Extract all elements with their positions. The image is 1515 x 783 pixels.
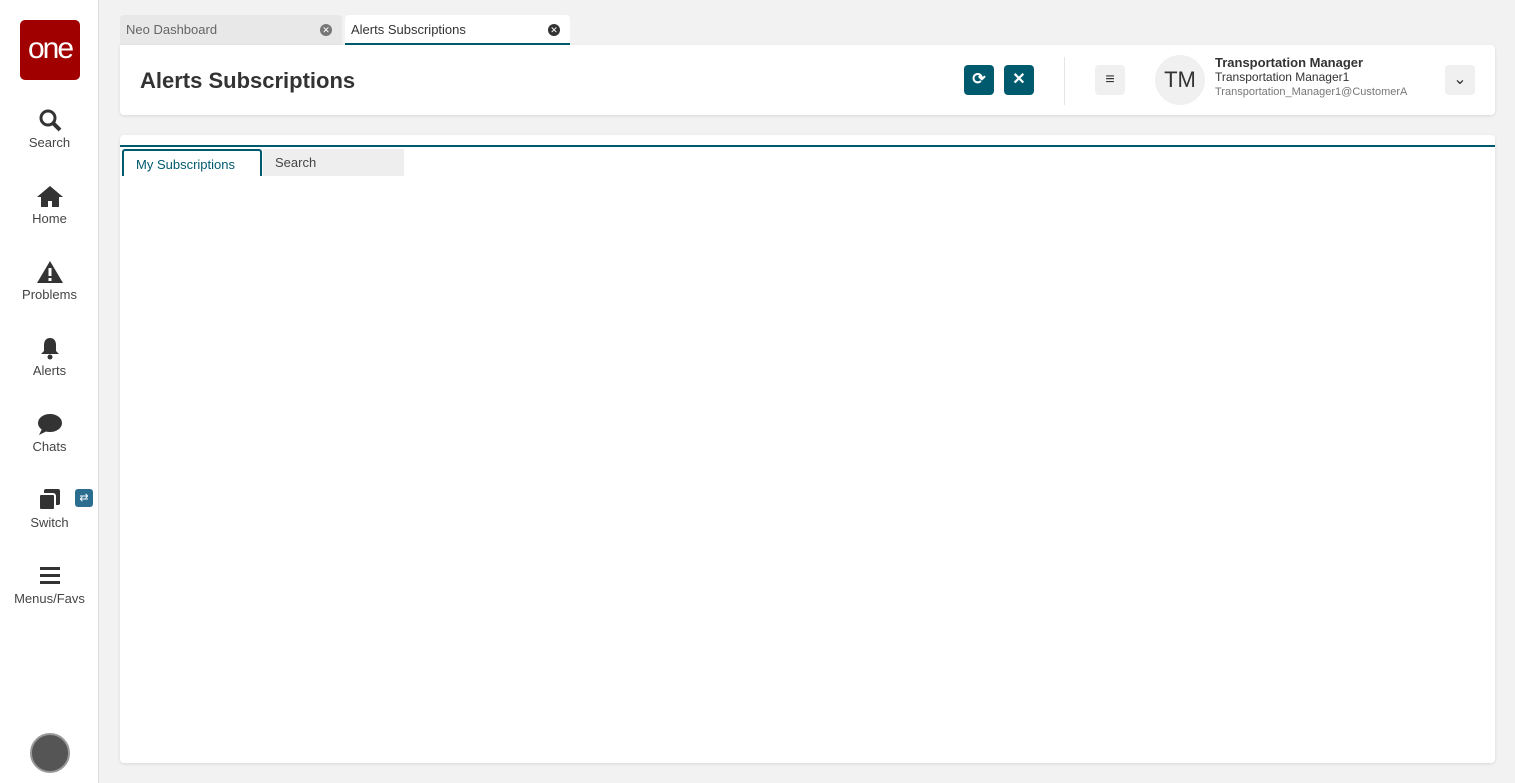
sidebar-item-search[interactable]: Search [0,108,99,150]
sidebar-item-label: Home [32,211,67,226]
close-tab-icon[interactable]: ✕ [320,24,332,36]
tab-underline [120,145,1495,147]
tab-search[interactable]: Search [263,149,404,176]
close-button[interactable]: ✕ [1004,65,1034,95]
sidebar-item-label: Alerts [32,363,67,378]
sidebar-item-alerts[interactable]: Alerts [0,336,99,378]
search-icon [39,109,61,132]
warning-icon [36,261,63,283]
user-dropdown-button[interactable]: ⌄ [1445,65,1475,95]
sidebar-item-label: Chats [32,439,67,454]
close-tab-icon[interactable]: ✕ [548,24,560,36]
switch-icon [37,489,60,511]
sidebar: one Search Home Problems Alerts Chats Sw… [0,0,99,783]
user-email: Transportation_Manager1@CustomerA [1215,86,1408,98]
sidebar-item-label: Problems [22,287,77,302]
chat-icon [37,414,62,435]
sidebar-item-label: Menus/Favs [14,591,85,606]
tab-neo-dashboard[interactable]: Neo Dashboard ✕ [120,15,342,45]
menu-icon [39,567,60,584]
content-panel: My Subscriptions Search [120,135,1495,763]
sidebar-item-chats[interactable]: Chats [0,412,99,454]
app-logo[interactable]: one [20,20,80,80]
divider [1064,57,1065,105]
bell-icon [40,338,59,360]
refresh-button[interactable]: ⟳ [964,65,994,95]
user-name: Transportation Manager [1215,55,1364,70]
refresh-icon: ⟳ [972,71,986,88]
sidebar-item-menus-favs[interactable]: Menus/Favs [0,564,99,606]
home-icon [36,186,63,207]
close-icon: ✕ [1012,71,1026,88]
sidebar-item-problems[interactable]: Problems [0,260,99,302]
assistant-avatar[interactable] [30,733,70,773]
sidebar-item-home[interactable]: Home [0,184,99,226]
menu-icon: ≡ [1105,71,1115,88]
chevron-down-icon: ⌄ [1453,71,1467,88]
tab-label: Alerts Subscriptions [351,22,466,37]
sidebar-item-label: Switch [30,515,69,530]
menu-button[interactable]: ≡ [1095,65,1125,95]
tab-alerts-subscriptions[interactable]: Alerts Subscriptions ✕ [345,15,570,45]
switch-badge[interactable]: ⇄ [75,489,93,507]
page-header: Alerts Subscriptions ⟳ ✕ ≡ TM Transporta… [120,45,1495,115]
user-avatar[interactable]: TM [1155,55,1205,105]
tab-label: Neo Dashboard [126,22,218,37]
user-role: Transportation Manager1 [1215,70,1350,84]
sidebar-item-label: Search [28,135,71,150]
user-info: Transportation Manager Transportation Ma… [1215,55,1407,100]
tab-my-subscriptions[interactable]: My Subscriptions [122,149,262,176]
page-title: Alerts Subscriptions [140,68,356,93]
